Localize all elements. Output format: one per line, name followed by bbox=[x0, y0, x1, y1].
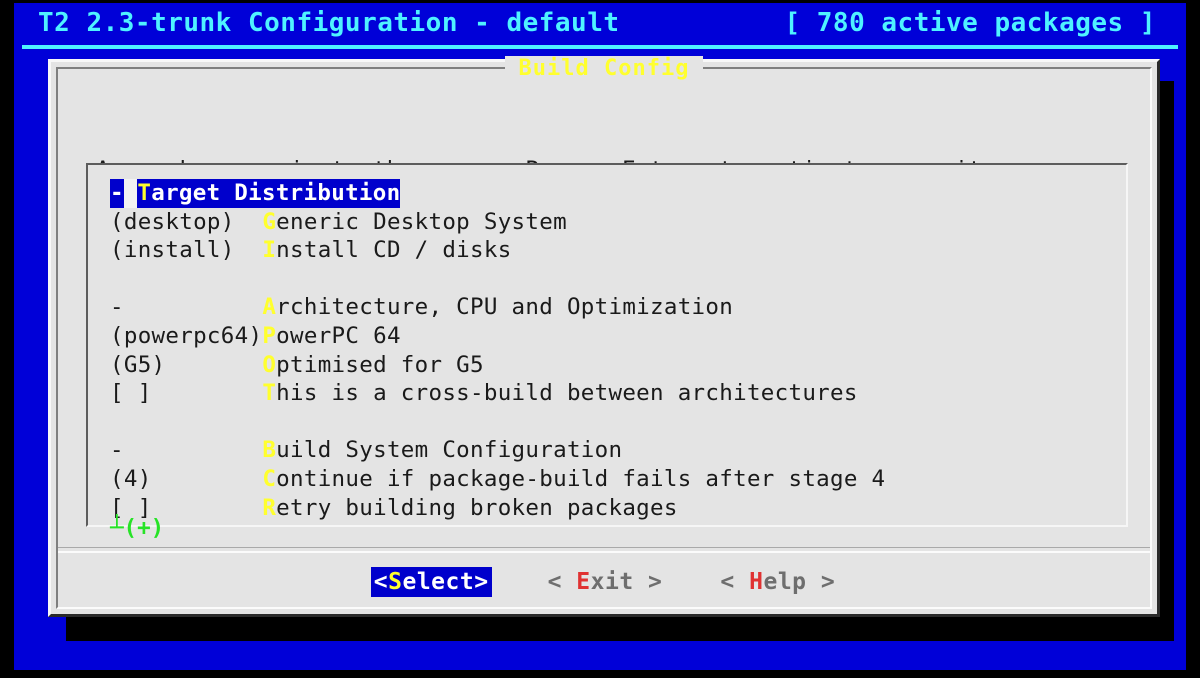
menu-item-hotkey: P bbox=[262, 322, 277, 349]
menu-list-box[interactable]: - Target Distribution (desktop) Generic D… bbox=[86, 163, 1128, 540]
menu-item-prefix: (4) bbox=[110, 465, 263, 492]
button-hotkey: H bbox=[749, 569, 764, 595]
menu-item[interactable]: - Architecture, CPU and Optimization bbox=[110, 293, 885, 322]
title-bar: T2 2.3-trunk Configuration - default [ 7… bbox=[14, 3, 1186, 43]
menu-item[interactable]: (powerpc64)PowerPC 64 bbox=[110, 322, 885, 351]
menu-item-label: etry building broken packages bbox=[276, 494, 678, 521]
menu-item-hotkey: T bbox=[262, 380, 277, 407]
menu-item[interactable]: (install) Install CD / disks bbox=[110, 236, 885, 265]
menu-item[interactable]: - Target Distribution bbox=[110, 179, 401, 208]
menu-item-label: arget Distribution bbox=[151, 180, 401, 206]
menu-item-prefix: - bbox=[110, 180, 124, 206]
menu-item[interactable]: (G5) Optimised for G5 bbox=[110, 351, 885, 380]
menu-item-label: ontinue if package-build fails after sta… bbox=[276, 465, 886, 492]
button-close-bracket: > bbox=[633, 569, 663, 595]
select-button[interactable]: <Select> bbox=[370, 567, 492, 597]
menu-item-hotkey: B bbox=[262, 437, 277, 464]
menu-item[interactable]: - Build System Configuration bbox=[110, 436, 885, 465]
menu-item-hotkey: I bbox=[262, 237, 277, 264]
button-hotkey: E bbox=[576, 569, 591, 595]
menu-item-prefix: (desktop) bbox=[110, 208, 263, 235]
menu-item-prefix: - bbox=[110, 294, 263, 321]
exit-button[interactable]: < Exit > bbox=[546, 567, 665, 597]
button-hotkey: S bbox=[388, 569, 403, 595]
menu-item-prefix: (G5) bbox=[110, 351, 263, 378]
scroll-more-indicator: ┴(+) bbox=[110, 515, 165, 541]
menu-item-prefix: (powerpc64) bbox=[110, 322, 263, 349]
menu-item-prefix: [ ] bbox=[110, 380, 263, 407]
menu-item-hotkey: R bbox=[262, 494, 277, 521]
button-label: elp bbox=[763, 569, 807, 595]
dialog-caption-text: Build Config bbox=[504, 56, 704, 81]
menu-row-spacer bbox=[110, 265, 885, 294]
menu-item-prefix: (install) bbox=[110, 237, 263, 264]
button-label: xit bbox=[590, 569, 634, 595]
menu-item-label: ptimised for G5 bbox=[276, 351, 484, 378]
button-open-bracket: < bbox=[373, 569, 389, 595]
menu-item[interactable]: (4) Continue if package-build fails afte… bbox=[110, 465, 885, 494]
help-button[interactable]: < Help > bbox=[718, 567, 837, 597]
menu-item-label: his is a cross-build between architectur… bbox=[276, 380, 858, 407]
menu-item-prefix: - bbox=[110, 437, 263, 464]
menu-row-spacer bbox=[110, 408, 885, 437]
menu-item-hotkey: G bbox=[262, 208, 277, 235]
button-close-bracket: > bbox=[806, 569, 836, 595]
button-separator bbox=[58, 547, 1150, 553]
menu-items: - Target Distribution (desktop) Generic D… bbox=[110, 179, 885, 522]
button-bar: <Select> < Exit > < Help > bbox=[58, 567, 1150, 597]
menu-item-hotkey: A bbox=[262, 294, 277, 321]
menu-item-hotkey: T bbox=[137, 180, 152, 206]
menu-item-label: uild System Configuration bbox=[276, 437, 623, 464]
dialog-inner-frame: Build Config Arrow keys navigate the men… bbox=[56, 56, 1152, 609]
dialog-caption: Build Config bbox=[58, 56, 1150, 81]
terminal-screen: T2 2.3-trunk Configuration - default [ 7… bbox=[0, 0, 1200, 678]
button-label: elect bbox=[402, 569, 475, 595]
menu-item-label: nstall CD / disks bbox=[276, 237, 512, 264]
button-open-bracket: < bbox=[720, 569, 750, 595]
menu-item-hotkey: C bbox=[262, 465, 277, 492]
title-separator-rule bbox=[22, 45, 1178, 49]
menu-item-label: eneric Desktop System bbox=[276, 208, 567, 235]
menu-item[interactable]: [ ] This is a cross-build between archit… bbox=[110, 379, 885, 408]
menu-item-label: rchitecture, CPU and Optimization bbox=[276, 294, 734, 321]
build-config-dialog: Build Config Arrow keys navigate the men… bbox=[48, 56, 1160, 617]
menu-item-label: owerPC 64 bbox=[276, 322, 401, 349]
active-packages-badge: [ 780 active packages ] bbox=[784, 8, 1156, 38]
cursor-block bbox=[123, 179, 138, 208]
menu-item[interactable]: [ ] Retry building broken packages bbox=[110, 494, 885, 523]
button-open-bracket: < bbox=[547, 569, 577, 595]
app-title: T2 2.3-trunk Configuration - default bbox=[38, 8, 620, 38]
button-close-bracket: > bbox=[474, 569, 489, 595]
menu-item[interactable]: (desktop) Generic Desktop System bbox=[110, 208, 885, 237]
menu-item-hotkey: O bbox=[262, 351, 277, 378]
